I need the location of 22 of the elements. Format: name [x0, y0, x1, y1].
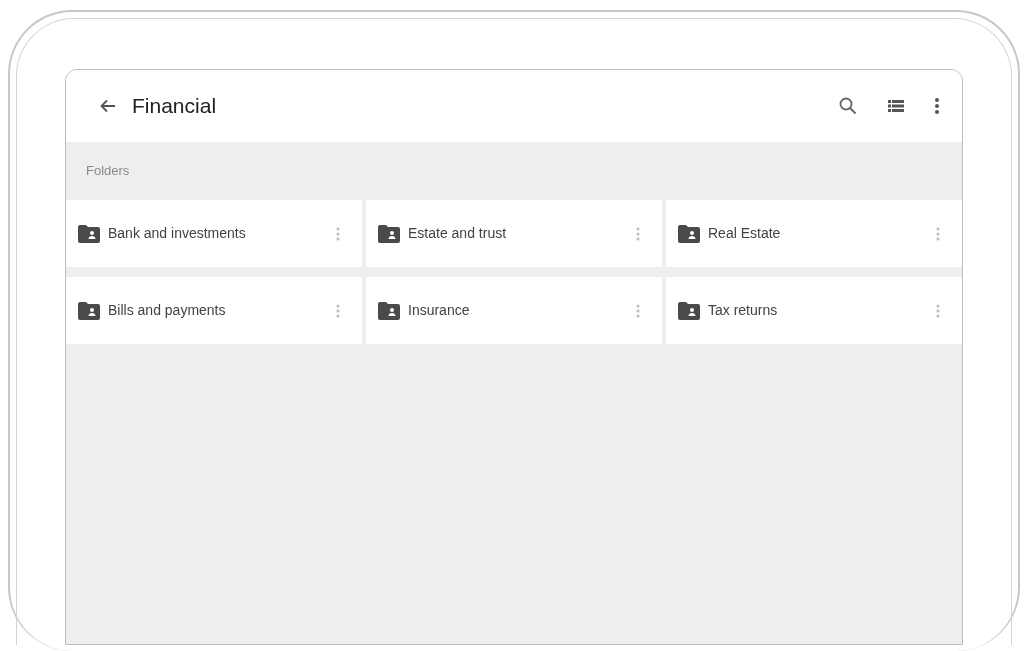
- shared-folder-icon: [78, 224, 100, 243]
- page-title: Financial: [132, 93, 217, 120]
- folder-card[interactable]: Tax returns: [666, 277, 962, 344]
- search-icon[interactable]: [838, 96, 858, 116]
- folder-card[interactable]: Bank and investments: [66, 200, 362, 267]
- shared-folder-icon: [678, 224, 700, 243]
- section-label: Folders: [86, 162, 130, 181]
- shared-folder-icon: [678, 301, 700, 320]
- folder-name: Bank and investments: [108, 224, 246, 243]
- more-options-icon[interactable]: [934, 96, 940, 116]
- shared-folder-icon: [378, 224, 400, 243]
- folder-name: Estate and trust: [408, 224, 507, 243]
- folder-card[interactable]: Real Estate: [666, 200, 962, 267]
- shared-folder-icon: [78, 301, 100, 320]
- folder-name: Insurance: [408, 301, 470, 320]
- folder-name: Bills and payments: [108, 301, 226, 320]
- folder-card[interactable]: Estate and trust: [366, 200, 662, 267]
- folder-card[interactable]: Insurance: [366, 277, 662, 344]
- folder-name: Tax returns: [708, 301, 778, 320]
- shared-folder-icon: [378, 301, 400, 320]
- folder-card[interactable]: Bills and payments: [66, 277, 362, 344]
- folder-name: Real Estate: [708, 224, 781, 243]
